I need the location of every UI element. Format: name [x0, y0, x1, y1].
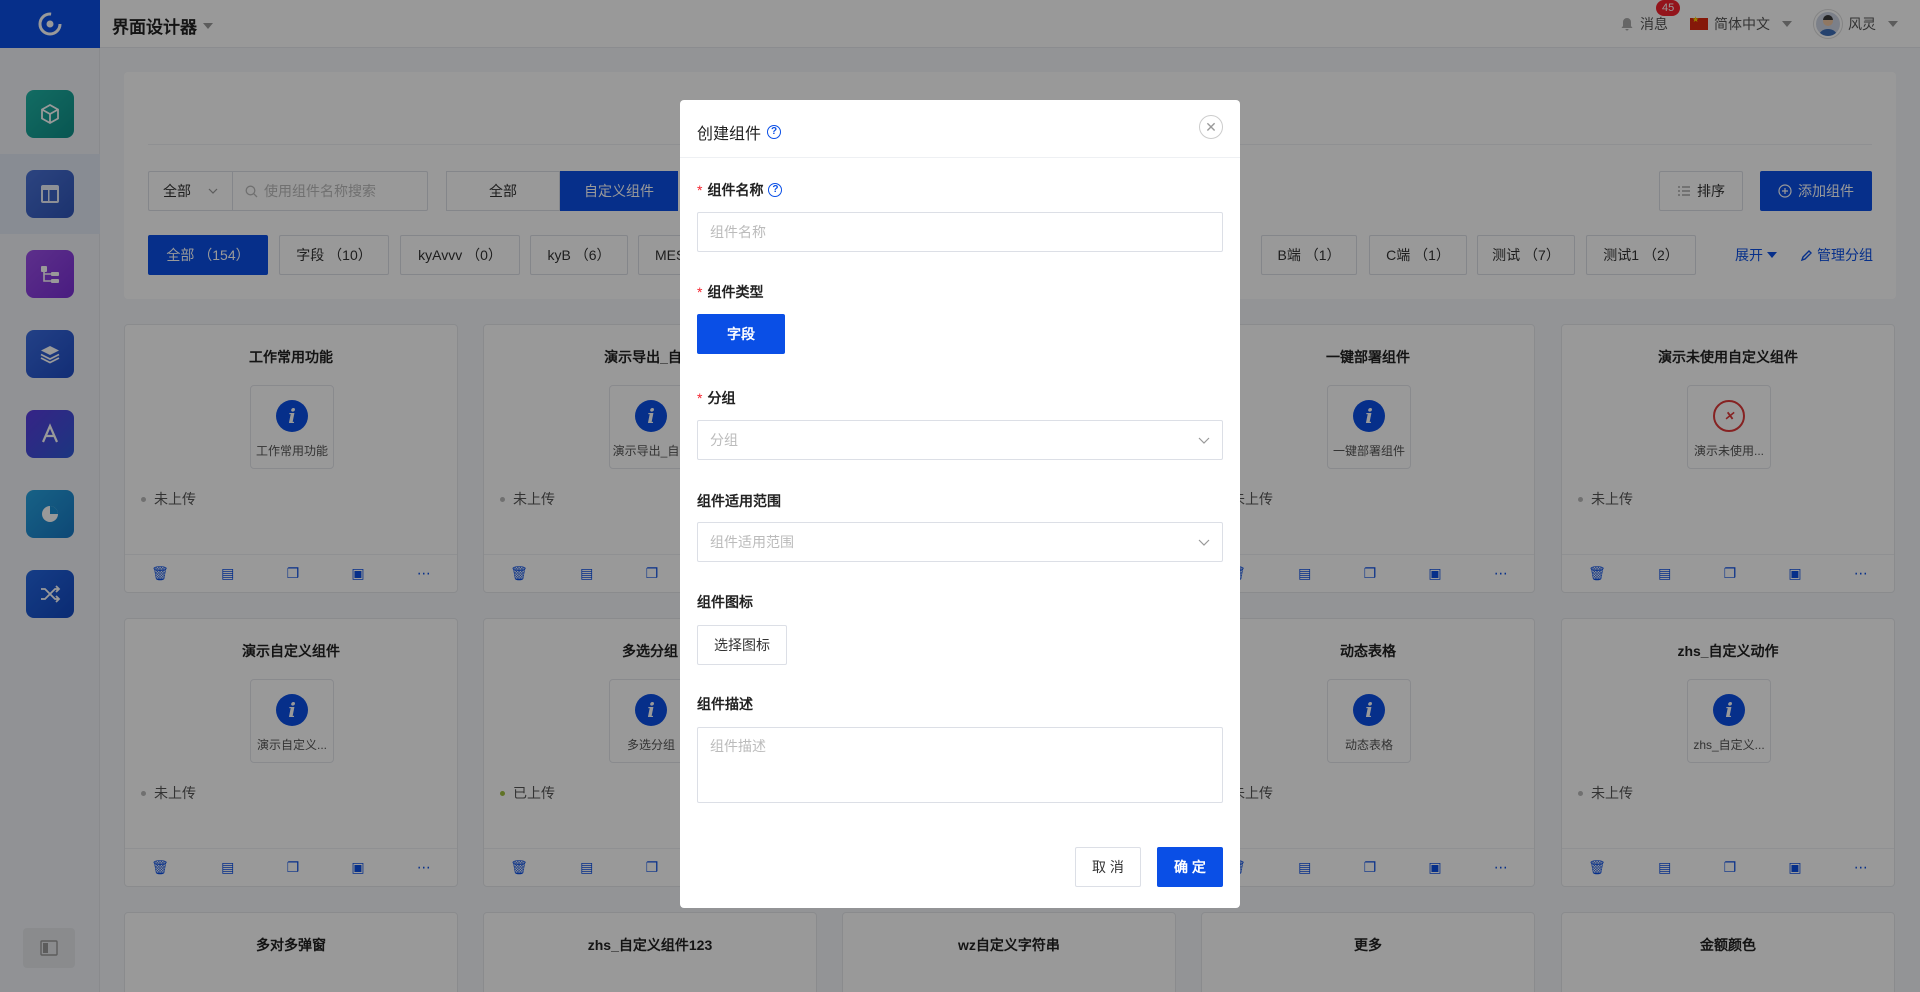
close-button[interactable]: ✕	[1199, 115, 1223, 139]
chevron-down-icon	[1198, 437, 1210, 444]
name-label: * 组件名称 ?	[697, 180, 783, 200]
icon-label: 组件图标	[697, 592, 753, 612]
description-label-text: 组件描述	[697, 696, 753, 712]
description-label: 组件描述	[697, 694, 753, 714]
choose-icon-button[interactable]: 选择图标	[697, 625, 787, 665]
group-label: * 分组	[697, 388, 735, 408]
create-component-dialog: 创建组件 ? ✕ * 组件名称 ? 组件名称 * 组件类型 字段 * 分组 分组…	[680, 100, 1240, 908]
name-placeholder: 组件名称	[710, 224, 766, 240]
scope-label-text: 组件适用范围	[697, 493, 781, 509]
scope-placeholder: 组件适用范围	[710, 534, 794, 550]
confirm-button[interactable]: 确 定	[1157, 847, 1223, 887]
required-mark: *	[697, 390, 703, 406]
dialog-title-text: 创建组件	[697, 126, 762, 143]
group-select[interactable]: 分组	[697, 420, 1223, 460]
name-label-text: 组件名称	[707, 182, 764, 198]
help-icon[interactable]: ?	[768, 183, 783, 197]
description-textarea[interactable]: 组件描述	[697, 727, 1223, 803]
cancel-button[interactable]: 取 消	[1075, 847, 1141, 887]
type-label-text: 组件类型	[707, 284, 764, 300]
close-icon: ✕	[1205, 118, 1217, 135]
type-label: * 组件类型	[697, 282, 763, 302]
help-icon[interactable]: ?	[767, 125, 782, 139]
dialog-header: 创建组件 ? ✕	[680, 100, 1240, 158]
scope-select[interactable]: 组件适用范围	[697, 522, 1223, 562]
group-label-text: 分组	[707, 390, 736, 406]
required-mark: *	[697, 182, 703, 198]
icon-label-text: 组件图标	[697, 594, 753, 610]
type-field-option[interactable]: 字段	[697, 314, 785, 354]
description-placeholder: 组件描述	[710, 738, 766, 754]
chevron-down-icon	[1198, 539, 1210, 546]
scope-label: 组件适用范围	[697, 491, 781, 511]
component-name-input[interactable]: 组件名称	[697, 212, 1223, 252]
dialog-title: 创建组件 ?	[697, 120, 782, 144]
required-mark: *	[697, 284, 703, 300]
group-placeholder: 分组	[710, 432, 738, 448]
